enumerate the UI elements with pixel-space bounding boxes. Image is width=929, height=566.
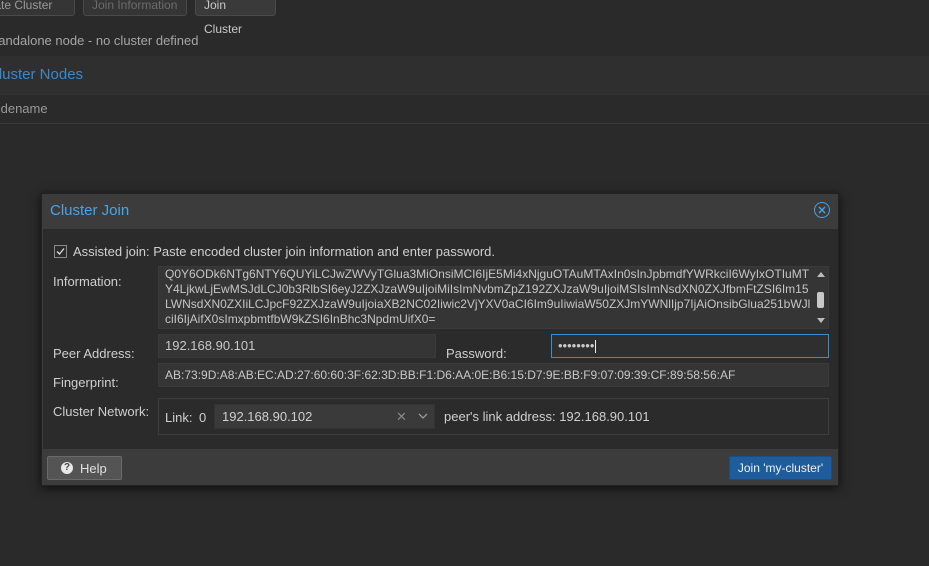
dialog-body: Assisted join: Paste encoded cluster joi… [43, 229, 838, 449]
peer-address-label: Peer Address: [53, 346, 135, 361]
join-information-button[interactable]: Join Information [83, 0, 187, 16]
clear-icon[interactable]: ✕ [396, 409, 407, 425]
cluster-status-text: Standalone node - no cluster defined [0, 33, 199, 48]
join-cluster-button[interactable]: Join Cluster [195, 0, 276, 36]
information-textarea[interactable]: Q0Y6ODk6NTg6NTY6QUYiLCJwZWVyTGlua3MiOnsi… [158, 266, 829, 329]
help-icon: ? [61, 462, 73, 474]
dialog-title: Cluster Join [50, 202, 130, 219]
nodename-column-label: Nodename [0, 101, 48, 116]
cluster-join-dialog: Cluster Join Assisted join: Paste encode… [41, 193, 839, 486]
information-scrollbar[interactable] [814, 267, 828, 328]
scroll-down-icon[interactable] [817, 318, 825, 323]
information-text: Q0Y6ODk6NTg6NTY6QUYiLCJwZWVyTGlua3MiOnsi… [165, 267, 811, 326]
scroll-thumb[interactable] [817, 292, 824, 308]
dialog-title-bar[interactable]: Cluster Join [42, 194, 838, 228]
create-cluster-button[interactable]: Create Cluster [0, 0, 75, 16]
assisted-join-label: Assisted join: Paste encoded cluster joi… [73, 244, 496, 259]
nodename-column-header[interactable]: Nodename [0, 95, 929, 124]
fingerprint-label: Fingerprint: [53, 375, 119, 390]
cluster-toolbar: Create Cluster Join Information Join Clu… [0, 0, 929, 36]
cluster-nodes-title: Cluster Nodes [0, 66, 84, 83]
peer-address-input[interactable]: 192.168.90.101 [158, 334, 436, 358]
link-number: 0 [199, 410, 207, 425]
cluster-nodes-header: Cluster Nodes [0, 56, 929, 95]
text-caret [595, 340, 597, 354]
password-label: Password: [446, 346, 507, 361]
cluster-network-group: Link: 0 192.168.90.102 ✕ peer's link add… [158, 398, 829, 435]
join-cluster-submit-button[interactable]: Join 'my-cluster' [729, 456, 832, 480]
cluster-status-row: Standalone node - no cluster defined [0, 25, 929, 57]
scroll-up-icon[interactable] [817, 272, 825, 277]
information-label: Information: [53, 274, 122, 289]
help-button[interactable]: ? Help [47, 456, 122, 480]
fingerprint-field[interactable]: AB:73:9D:A8:AB:EC:AD:27:60:60:3F:62:3D:B… [158, 363, 829, 387]
assisted-join-checkbox[interactable] [54, 245, 67, 258]
password-mask: •••••••• [558, 338, 595, 353]
chevron-down-icon[interactable] [418, 413, 428, 420]
cluster-network-label: Cluster Network: [53, 404, 150, 419]
peer-link-address-text: peer's link address: 192.168.90.101 [444, 409, 650, 424]
link-address-select[interactable]: 192.168.90.102 ✕ [214, 404, 435, 429]
password-input[interactable]: •••••••• [551, 334, 829, 358]
help-button-label: Help [80, 461, 107, 476]
link-address-value: 192.168.90.102 [222, 409, 313, 424]
link-label: Link: [165, 410, 193, 425]
checkmark-icon [56, 248, 65, 255]
close-icon[interactable] [814, 202, 830, 218]
